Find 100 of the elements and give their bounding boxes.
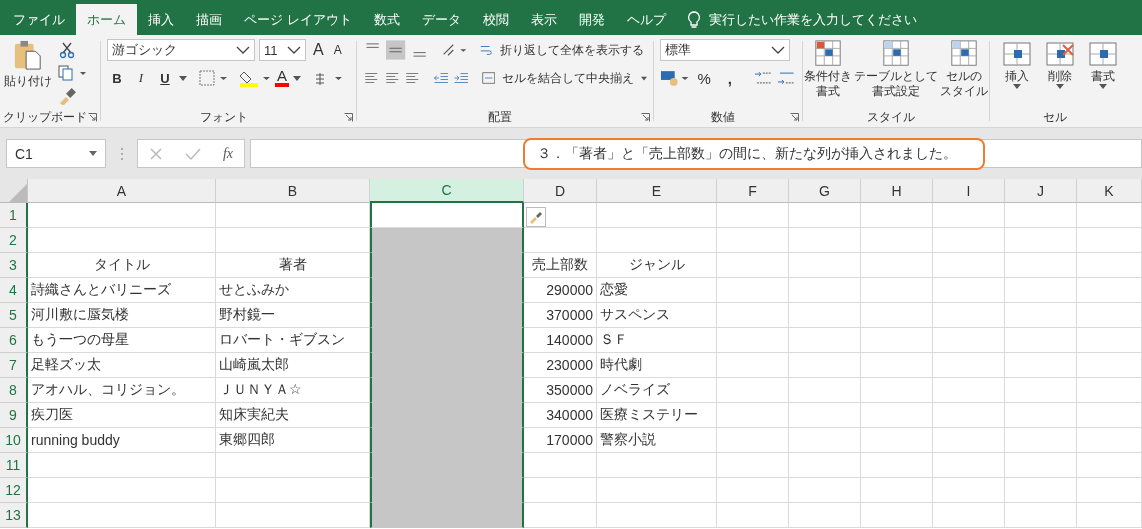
- copy-icon[interactable]: [58, 65, 86, 81]
- currency-icon[interactable]: [660, 69, 690, 87]
- format-painter-icon[interactable]: [58, 87, 76, 105]
- ribbon-tab[interactable]: ファイル: [2, 4, 76, 35]
- dialog-launcher-icon[interactable]: [88, 113, 97, 122]
- font-size-field[interactable]: 11: [259, 39, 306, 61]
- ribbon-tab[interactable]: 描画: [185, 4, 233, 35]
- cells-icon[interactable]: [1045, 39, 1075, 69]
- font-name-field[interactable]: 游ゴシック: [107, 39, 255, 61]
- grow-font-button[interactable]: A: [310, 41, 327, 59]
- cell-button[interactable]: 挿入: [1004, 69, 1029, 84]
- wrap-text-button[interactable]: 折り返して全体を表示する: [497, 41, 647, 59]
- caret-icon[interactable]: [179, 75, 187, 81]
- row-header[interactable]: 8: [0, 378, 28, 403]
- dialog-launcher-icon[interactable]: [344, 113, 353, 122]
- font-color-button[interactable]: A: [275, 69, 289, 87]
- column-header[interactable]: J: [1005, 179, 1077, 203]
- column-header[interactable]: B: [216, 179, 370, 203]
- ribbon-tab[interactable]: 挿入: [137, 4, 185, 35]
- cells-icon[interactable]: [1088, 39, 1119, 69]
- column-header[interactable]: E: [597, 179, 717, 203]
- cell-button[interactable]: 書式: [1091, 69, 1116, 84]
- table-cell: [1077, 203, 1142, 228]
- drag-handle-icon[interactable]: [120, 145, 124, 162]
- cells-icon[interactable]: [1001, 39, 1032, 69]
- table-cell: 医療ミステリー: [597, 403, 717, 428]
- column-header[interactable]: H: [861, 179, 933, 203]
- style-button[interactable]: 条件付き 書式: [804, 69, 852, 99]
- column-header[interactable]: I: [933, 179, 1005, 203]
- row-header[interactable]: 2: [0, 228, 28, 253]
- font-style-button[interactable]: U: [155, 70, 175, 86]
- table-style-icon[interactable]: [812, 39, 844, 69]
- ribbon-tab[interactable]: 開発: [567, 4, 616, 35]
- table-style-icon[interactable]: [948, 39, 980, 69]
- align-middle-icon[interactable]: [386, 39, 406, 61]
- borders-icon[interactable]: [199, 70, 227, 86]
- insert-function-button[interactable]: fx: [222, 145, 233, 162]
- ribbon-tab[interactable]: ホーム: [76, 4, 137, 35]
- font-style-button[interactable]: I: [131, 70, 151, 86]
- paste-options-icon[interactable]: [526, 207, 546, 227]
- ribbon-tab[interactable]: 数式: [362, 4, 411, 35]
- shrink-font-button[interactable]: A: [330, 43, 345, 57]
- row-header[interactable]: 1: [0, 203, 28, 228]
- caret-icon[interactable]: [293, 75, 301, 81]
- table-cell: 恋愛: [597, 278, 717, 303]
- column-header[interactable]: D: [524, 179, 597, 203]
- percent-button[interactable]: %: [693, 69, 716, 87]
- paste-button[interactable]: 貼り付け: [4, 39, 52, 107]
- caret-icon[interactable]: [89, 151, 97, 156]
- comma-button[interactable]: ,: [719, 69, 741, 87]
- merge-center-button[interactable]: セルを結合して中央揃え: [499, 69, 637, 87]
- chevron-down-icon: [236, 46, 250, 54]
- table-cell: [861, 478, 933, 503]
- chevron-down-icon: [771, 46, 785, 54]
- ribbon-tab[interactable]: 表示: [519, 4, 568, 35]
- row-header[interactable]: 12: [0, 478, 28, 503]
- column-header[interactable]: F: [717, 179, 789, 203]
- row-header[interactable]: 3: [0, 253, 28, 278]
- callout-tooltip: ３．「著者」と「売上部数」の間に、新たな列が挿入されました。: [523, 138, 985, 170]
- table-style-icon[interactable]: [880, 39, 912, 69]
- font-style-button[interactable]: B: [107, 70, 127, 86]
- row-header[interactable]: 11: [0, 453, 28, 478]
- cut-icon[interactable]: [58, 41, 76, 59]
- ribbon-tab[interactable]: データ: [410, 4, 472, 35]
- row-header[interactable]: 7: [0, 353, 28, 378]
- table-cell: [933, 428, 1005, 453]
- merge-cells-icon[interactable]: [481, 70, 495, 86]
- ribbon-tab[interactable]: 校閲: [471, 4, 520, 35]
- caret-icon[interactable]: [1056, 84, 1064, 89]
- ribbon-tab[interactable]: ページ レイアウト: [233, 4, 363, 35]
- table-cell: [861, 428, 933, 453]
- column-header[interactable]: G: [789, 179, 861, 203]
- column-header[interactable]: A: [28, 179, 216, 203]
- table-cell: [789, 328, 861, 353]
- row-header[interactable]: 4: [0, 278, 28, 303]
- name-box[interactable]: C1: [6, 139, 106, 168]
- row-header[interactable]: 9: [0, 403, 28, 428]
- column-header[interactable]: K: [1077, 179, 1142, 203]
- table-cell: [933, 378, 1005, 403]
- table-cell: ノベライズ: [597, 378, 717, 403]
- row-header[interactable]: 13: [0, 503, 28, 528]
- ribbon-tab[interactable]: ヘルプ: [615, 4, 677, 35]
- tell-me-field[interactable]: 実行したい作業を入力してください: [708, 10, 917, 29]
- fill-color-icon[interactable]: [239, 69, 271, 87]
- cell-button[interactable]: 削除: [1048, 69, 1072, 84]
- caret-icon[interactable]: [1099, 84, 1108, 89]
- column-header[interactable]: C: [370, 179, 524, 203]
- row-header[interactable]: 10: [0, 428, 28, 453]
- caret-icon[interactable]: [1012, 84, 1021, 89]
- caret-icon[interactable]: [641, 75, 647, 81]
- increase-decimal-icon[interactable]: [752, 69, 773, 87]
- row-header[interactable]: 6: [0, 328, 28, 353]
- table-cell: [789, 453, 861, 478]
- check-icon[interactable]: [184, 146, 201, 161]
- style-button[interactable]: テーブルとして 書式設定: [854, 69, 938, 99]
- row-header[interactable]: 5: [0, 303, 28, 328]
- dialog-launcher-icon[interactable]: [790, 113, 799, 122]
- number-format-field[interactable]: 標準: [660, 39, 790, 61]
- dialog-launcher-icon[interactable]: [641, 113, 650, 122]
- style-button[interactable]: セルの スタイル: [940, 69, 988, 99]
